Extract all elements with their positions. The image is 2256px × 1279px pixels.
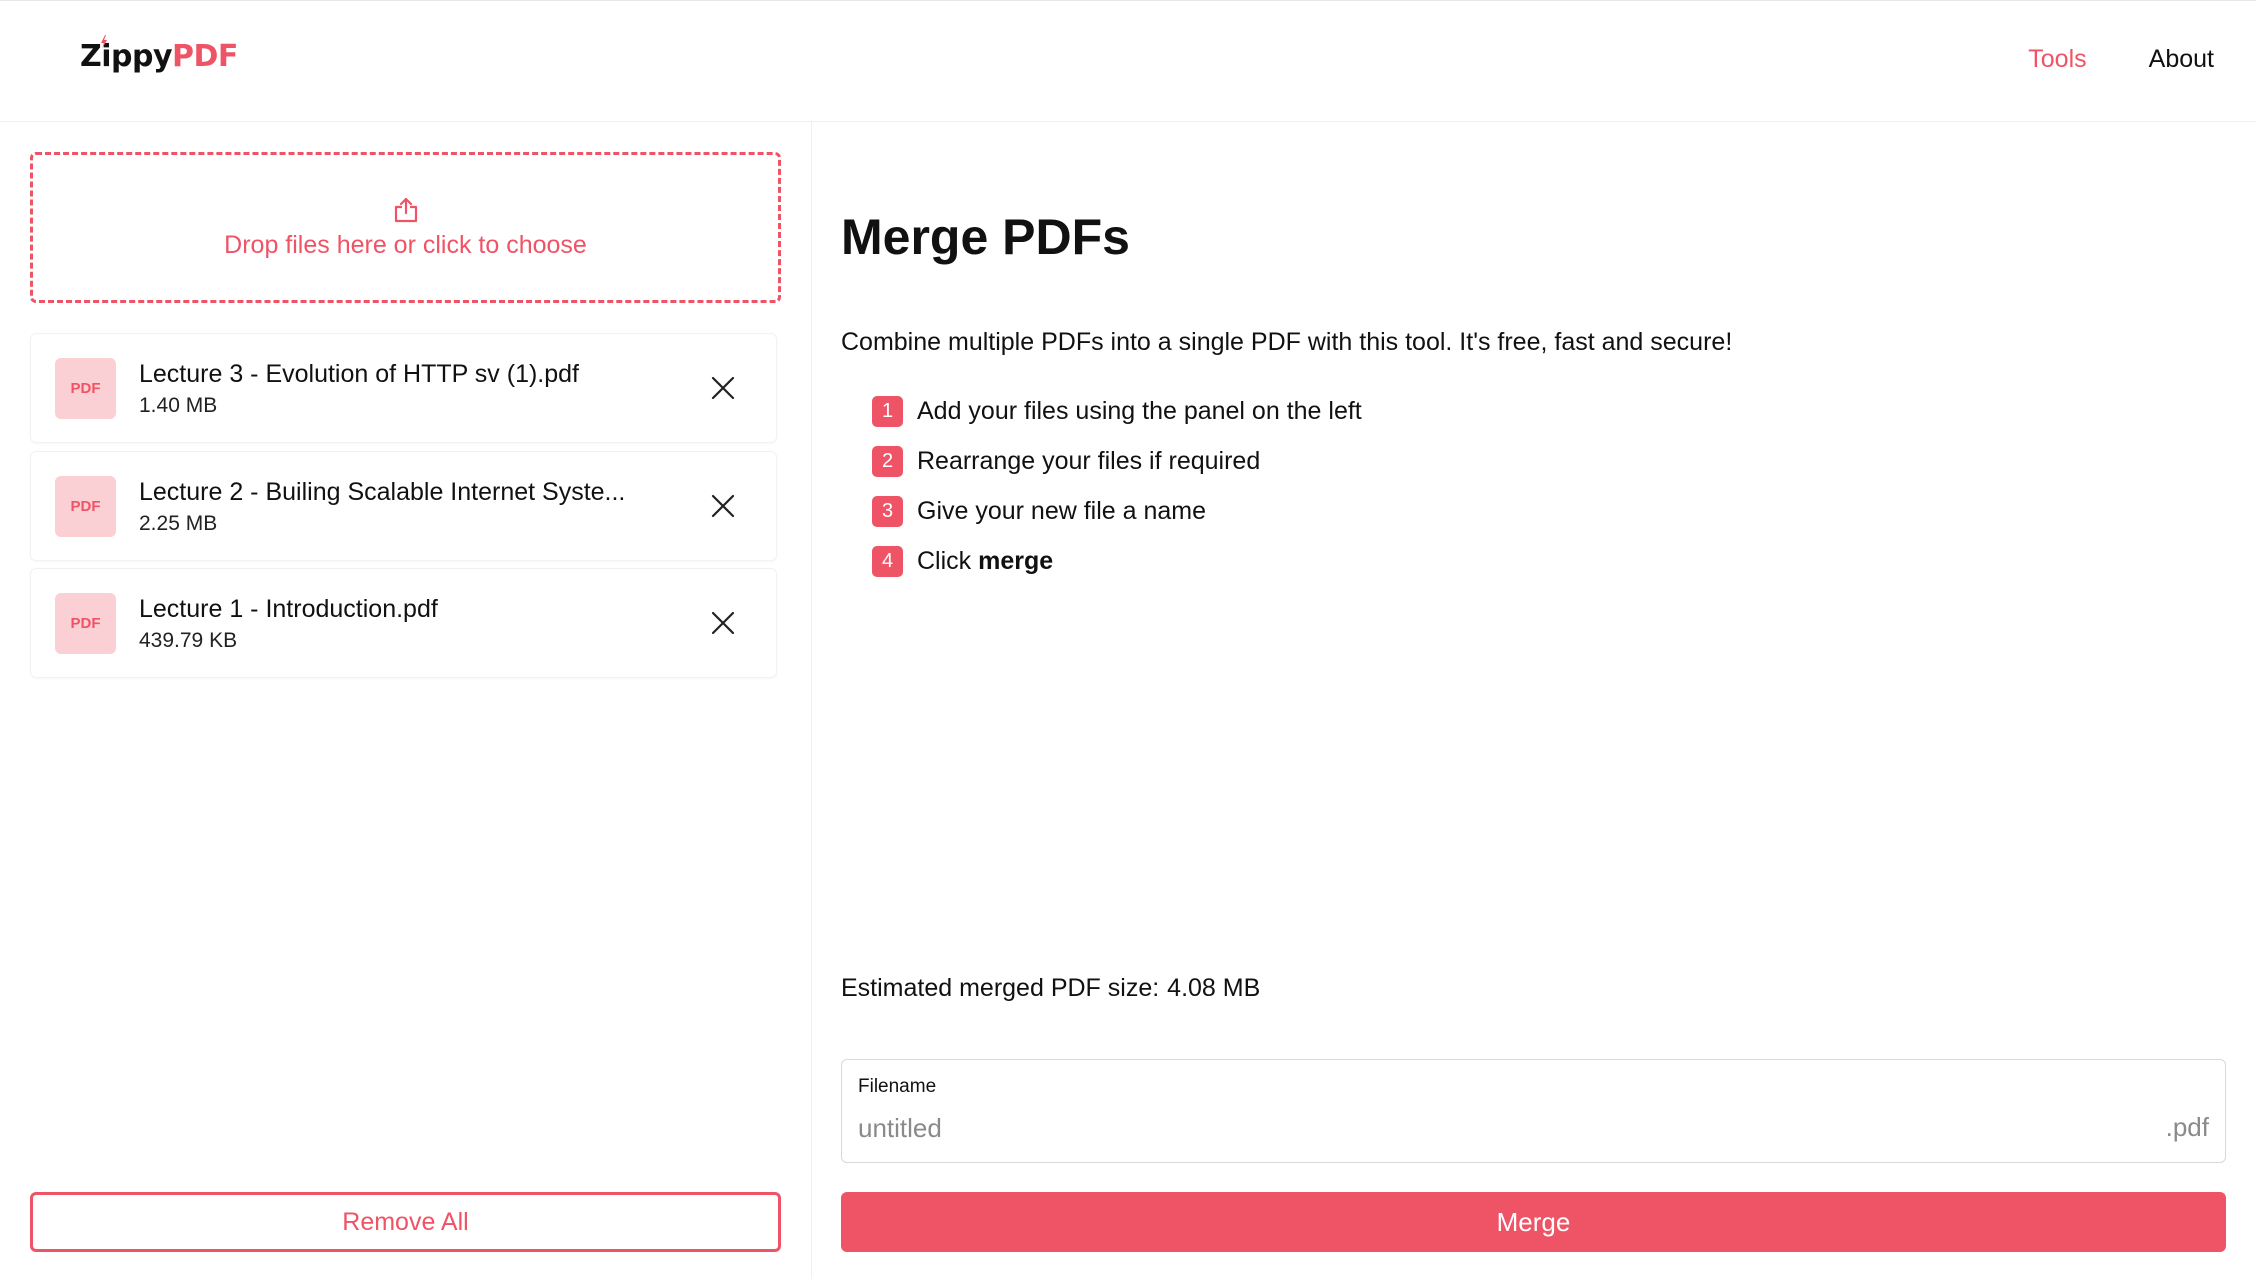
step-text-emphasis: merge: [978, 546, 1054, 575]
step-text: Click: [917, 546, 972, 575]
step-text: Rearrange your files if required: [917, 446, 1261, 475]
instruction-steps: 1 Add your files using the panel on the …: [872, 386, 1362, 586]
zippypdf-logo[interactable]: Zippy PDF: [80, 35, 238, 74]
file-panel: Drop files here or click to choose PDF L…: [0, 122, 812, 1279]
upload-icon: [394, 197, 417, 223]
close-icon[interactable]: [709, 492, 737, 520]
dropzone-label: Drop files here or click to choose: [224, 231, 587, 259]
app-header: Zippy PDF Tools About: [0, 0, 2256, 122]
pdf-file-icon: PDF: [55, 358, 116, 419]
remove-all-button[interactable]: Remove All: [30, 1192, 781, 1252]
step-number-badge: 2: [872, 445, 903, 477]
file-list-item[interactable]: PDF Lecture 1 - Introduction.pdf 439.79 …: [30, 568, 777, 678]
page-title: Merge PDFs: [841, 209, 1130, 265]
file-name: Lecture 2 - Builing Scalable Internet Sy…: [139, 478, 626, 506]
nav-link-about[interactable]: About: [2149, 45, 2214, 74]
step-number-badge: 1: [872, 395, 903, 427]
file-dropzone[interactable]: Drop files here or click to choose: [30, 152, 781, 303]
file-list-item[interactable]: PDF Lecture 3 - Evolution of HTTP sv (1)…: [30, 333, 777, 443]
file-size: 1.40 MB: [139, 394, 218, 417]
top-nav: Tools About: [2028, 45, 2214, 74]
filename-extension: .pdf: [2165, 1112, 2209, 1142]
file-name: Lecture 1 - Introduction.pdf: [139, 595, 438, 623]
step-item: 3 Give your new file a name: [872, 486, 1362, 536]
step-item: 4 Click merge: [872, 536, 1362, 586]
merge-panel: Merge PDFs Combine multiple PDFs into a …: [812, 122, 2256, 1279]
nav-link-tools[interactable]: Tools: [2028, 45, 2086, 74]
step-item: 1 Add your files using the panel on the …: [872, 386, 1362, 436]
estimated-size-label: Estimated merged PDF size:: [841, 974, 1160, 1002]
filename-input[interactable]: [858, 1110, 2108, 1146]
logo-text-accent: PDF: [172, 39, 238, 74]
pdf-file-icon: PDF: [55, 476, 116, 537]
tool-description: Combine multiple PDFs into a single PDF …: [841, 328, 1733, 356]
logo-text-main: Zippy: [80, 39, 173, 74]
file-name: Lecture 3 - Evolution of HTTP sv (1).pdf: [139, 360, 580, 388]
step-number-badge: 3: [872, 495, 903, 527]
close-icon[interactable]: [709, 374, 737, 402]
lightning-bolt-icon: [101, 35, 107, 49]
step-text: Give your new file a name: [917, 496, 1207, 525]
file-size: 2.25 MB: [139, 512, 218, 535]
estimated-size-value: 4.08 MB: [1167, 974, 1261, 1002]
close-icon[interactable]: [709, 609, 737, 637]
step-number-badge: 4: [872, 545, 903, 577]
pdf-file-icon: PDF: [55, 593, 116, 654]
step-text: Add your files using the panel on the le…: [917, 396, 1362, 425]
file-list-item[interactable]: PDF Lecture 2 - Builing Scalable Interne…: [30, 451, 777, 561]
estimated-size: Estimated merged PDF size: 4.08 MB: [841, 974, 1260, 1003]
filename-field[interactable]: Filename .pdf: [841, 1059, 2226, 1163]
filename-label: Filename: [858, 1076, 937, 1097]
merge-button[interactable]: Merge: [841, 1192, 2226, 1252]
step-item: 2 Rearrange your files if required: [872, 436, 1362, 486]
file-size: 439.79 KB: [139, 629, 238, 652]
